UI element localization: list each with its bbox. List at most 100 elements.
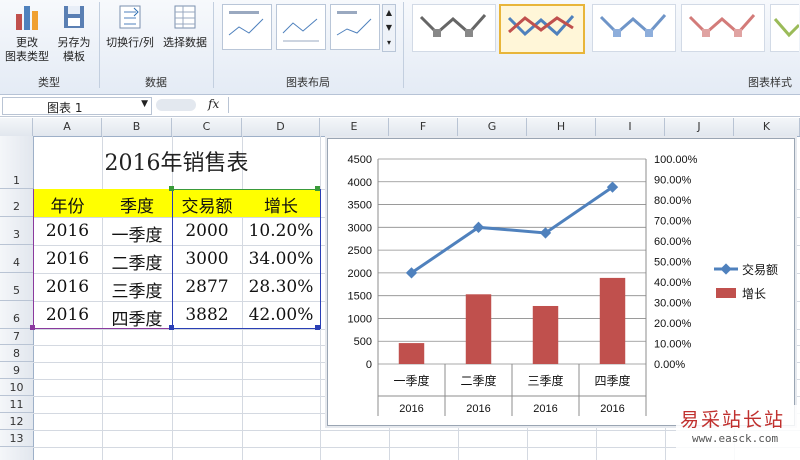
y-right-tick-label: 20.00% [654,318,692,330]
watermark-url: www.easck.com [692,432,779,445]
combo-chart: 0 500 1000 1500 2000 2500 3000 3500 4000 4500 0.00… [348,154,778,416]
row-header-4[interactable]: 4 [0,245,33,273]
watermark-title: 易采站长站 [680,409,786,431]
row-headers: 1 2 3 4 5 6 7 8 9 10 11 12 13 [0,136,34,460]
chart-object[interactable]: 0 500 1000 1500 2000 2500 3000 3500 4000 4500 0.00… [327,138,795,426]
x-category-label: 二季度 [460,373,496,388]
chart-style-2-selected[interactable] [499,4,585,54]
bar-增长 [599,277,626,364]
change-chart-type-button[interactable]: 更改 图表类型 [4,2,50,64]
range-handle[interactable] [169,186,174,191]
y-left-tick-label: 2000 [348,268,372,280]
column-header-j[interactable]: J [665,118,734,136]
range-handle[interactable] [169,325,174,330]
bar-增长 [398,343,425,364]
select-data-label: 选择数据 [163,36,207,49]
chart-style-1[interactable] [412,4,496,52]
name-box-value: 图表 1 [47,101,83,115]
column-header-k[interactable]: K [734,118,800,136]
y-left-tick-label: 4000 [348,177,372,189]
row-header-13[interactable]: 13 [0,430,33,447]
row-header-10[interactable]: 10 [0,379,33,396]
y-right-tick-label: 40.00% [654,277,692,289]
chart-type-icon [16,6,38,30]
formula-bar: 图表 1 ▼ fx [0,95,800,117]
range-handle[interactable] [315,325,320,330]
save-as-template-button[interactable]: 另存为 模板 [52,2,96,64]
y-right-tick-label: 100.00% [654,154,698,166]
row-header-11[interactable]: 11 [0,396,33,413]
x-group-label: 2016 [533,403,557,415]
range-handle[interactable] [30,325,35,330]
y-right-tick-label: 30.00% [654,298,692,310]
y-left-tick-label: 2500 [348,245,372,257]
category-range-highlight [33,189,173,329]
formula-input[interactable] [228,97,799,113]
x-group-label: 2016 [466,403,490,415]
chart-style-5[interactable] [770,4,800,52]
insert-function-icon[interactable]: fx [208,97,219,111]
y-right-tick-label: 10.00% [654,339,692,351]
x-category-label: 四季度 [594,373,630,388]
column-header-h[interactable]: H [527,118,596,136]
row-header-2[interactable]: 2 [0,189,33,217]
y-right-tick-label: 60.00% [654,236,692,248]
legend-line-marker [720,263,732,275]
y-right-tick-label: 0.00% [654,359,685,371]
row-header-6[interactable]: 6 [0,301,33,329]
save-template-icon [64,6,84,28]
select-data-button[interactable]: 选择数据 [160,2,210,50]
chart-style-4[interactable] [681,4,765,52]
switch-row-column-button[interactable]: 切换行/列 [102,2,158,50]
bar-增长 [465,294,492,364]
y-right-tick-label: 50.00% [654,257,692,269]
y-left-tick-label: 4500 [348,154,372,166]
range-handle[interactable] [315,186,320,191]
watermark: 易采站长站 www.easck.com [676,405,800,460]
column-header-d[interactable]: D [242,118,320,136]
x-group-label: 2016 [399,403,423,415]
sheet-title[interactable]: 2016年销售表 [33,140,320,188]
style-group-label: 图表样式 [748,76,792,89]
select-all-corner[interactable] [0,118,33,136]
y-left-tick-label: 3500 [348,200,372,212]
chart-layout-3[interactable] [330,4,380,50]
change-chart-type-label: 更改 图表类型 [5,36,49,63]
column-header-i[interactable]: I [596,118,665,136]
column-header-b[interactable]: B [102,118,172,136]
column-header-g[interactable]: G [458,118,527,136]
switch-row-column-icon [119,5,141,29]
column-header-c[interactable]: C [172,118,242,136]
x-group-label: 2016 [600,403,624,415]
select-data-icon [174,5,196,29]
y-right-tick-label: 90.00% [654,175,692,187]
name-box-dropdown-icon[interactable]: ▼ [141,99,148,109]
type-group-label: 类型 [38,76,60,89]
row-header-9[interactable]: 9 [0,362,33,379]
y-left-tick-label: 1500 [348,291,372,303]
column-header-e[interactable]: E [320,118,389,136]
y-left-tick-label: 3000 [348,222,372,234]
y-left-tick-label: 0 [366,359,372,371]
row-header-7[interactable]: 7 [0,329,33,345]
column-header-f[interactable]: F [389,118,458,136]
chart-style-3[interactable] [592,4,676,52]
name-box[interactable]: 图表 1 ▼ [2,97,152,115]
chart-layout-1[interactable] [222,4,272,50]
column-header-a[interactable]: A [33,118,102,136]
y-right-tick-label: 80.00% [654,195,692,207]
row-header-12[interactable]: 12 [0,413,33,430]
y-left-tick-label: 1000 [348,313,372,325]
series-range-highlight [172,189,319,218]
formula-bar-splitter[interactable] [156,99,196,111]
row-header-3[interactable]: 3 [0,217,33,245]
chart-layout-2[interactable] [276,4,326,50]
layout-gallery-scroll[interactable]: ▲ ▼ ▾ [382,4,396,52]
row-header-5[interactable]: 5 [0,273,33,301]
row-header-8[interactable]: 8 [0,345,33,362]
legend-bar-swatch [716,288,736,298]
layout-group-label: 图表布局 [286,76,330,89]
row-header-1[interactable]: 1 [0,136,33,189]
legend-label-增长: 增长 [742,287,766,301]
y-left-tick-label: 500 [354,336,372,348]
